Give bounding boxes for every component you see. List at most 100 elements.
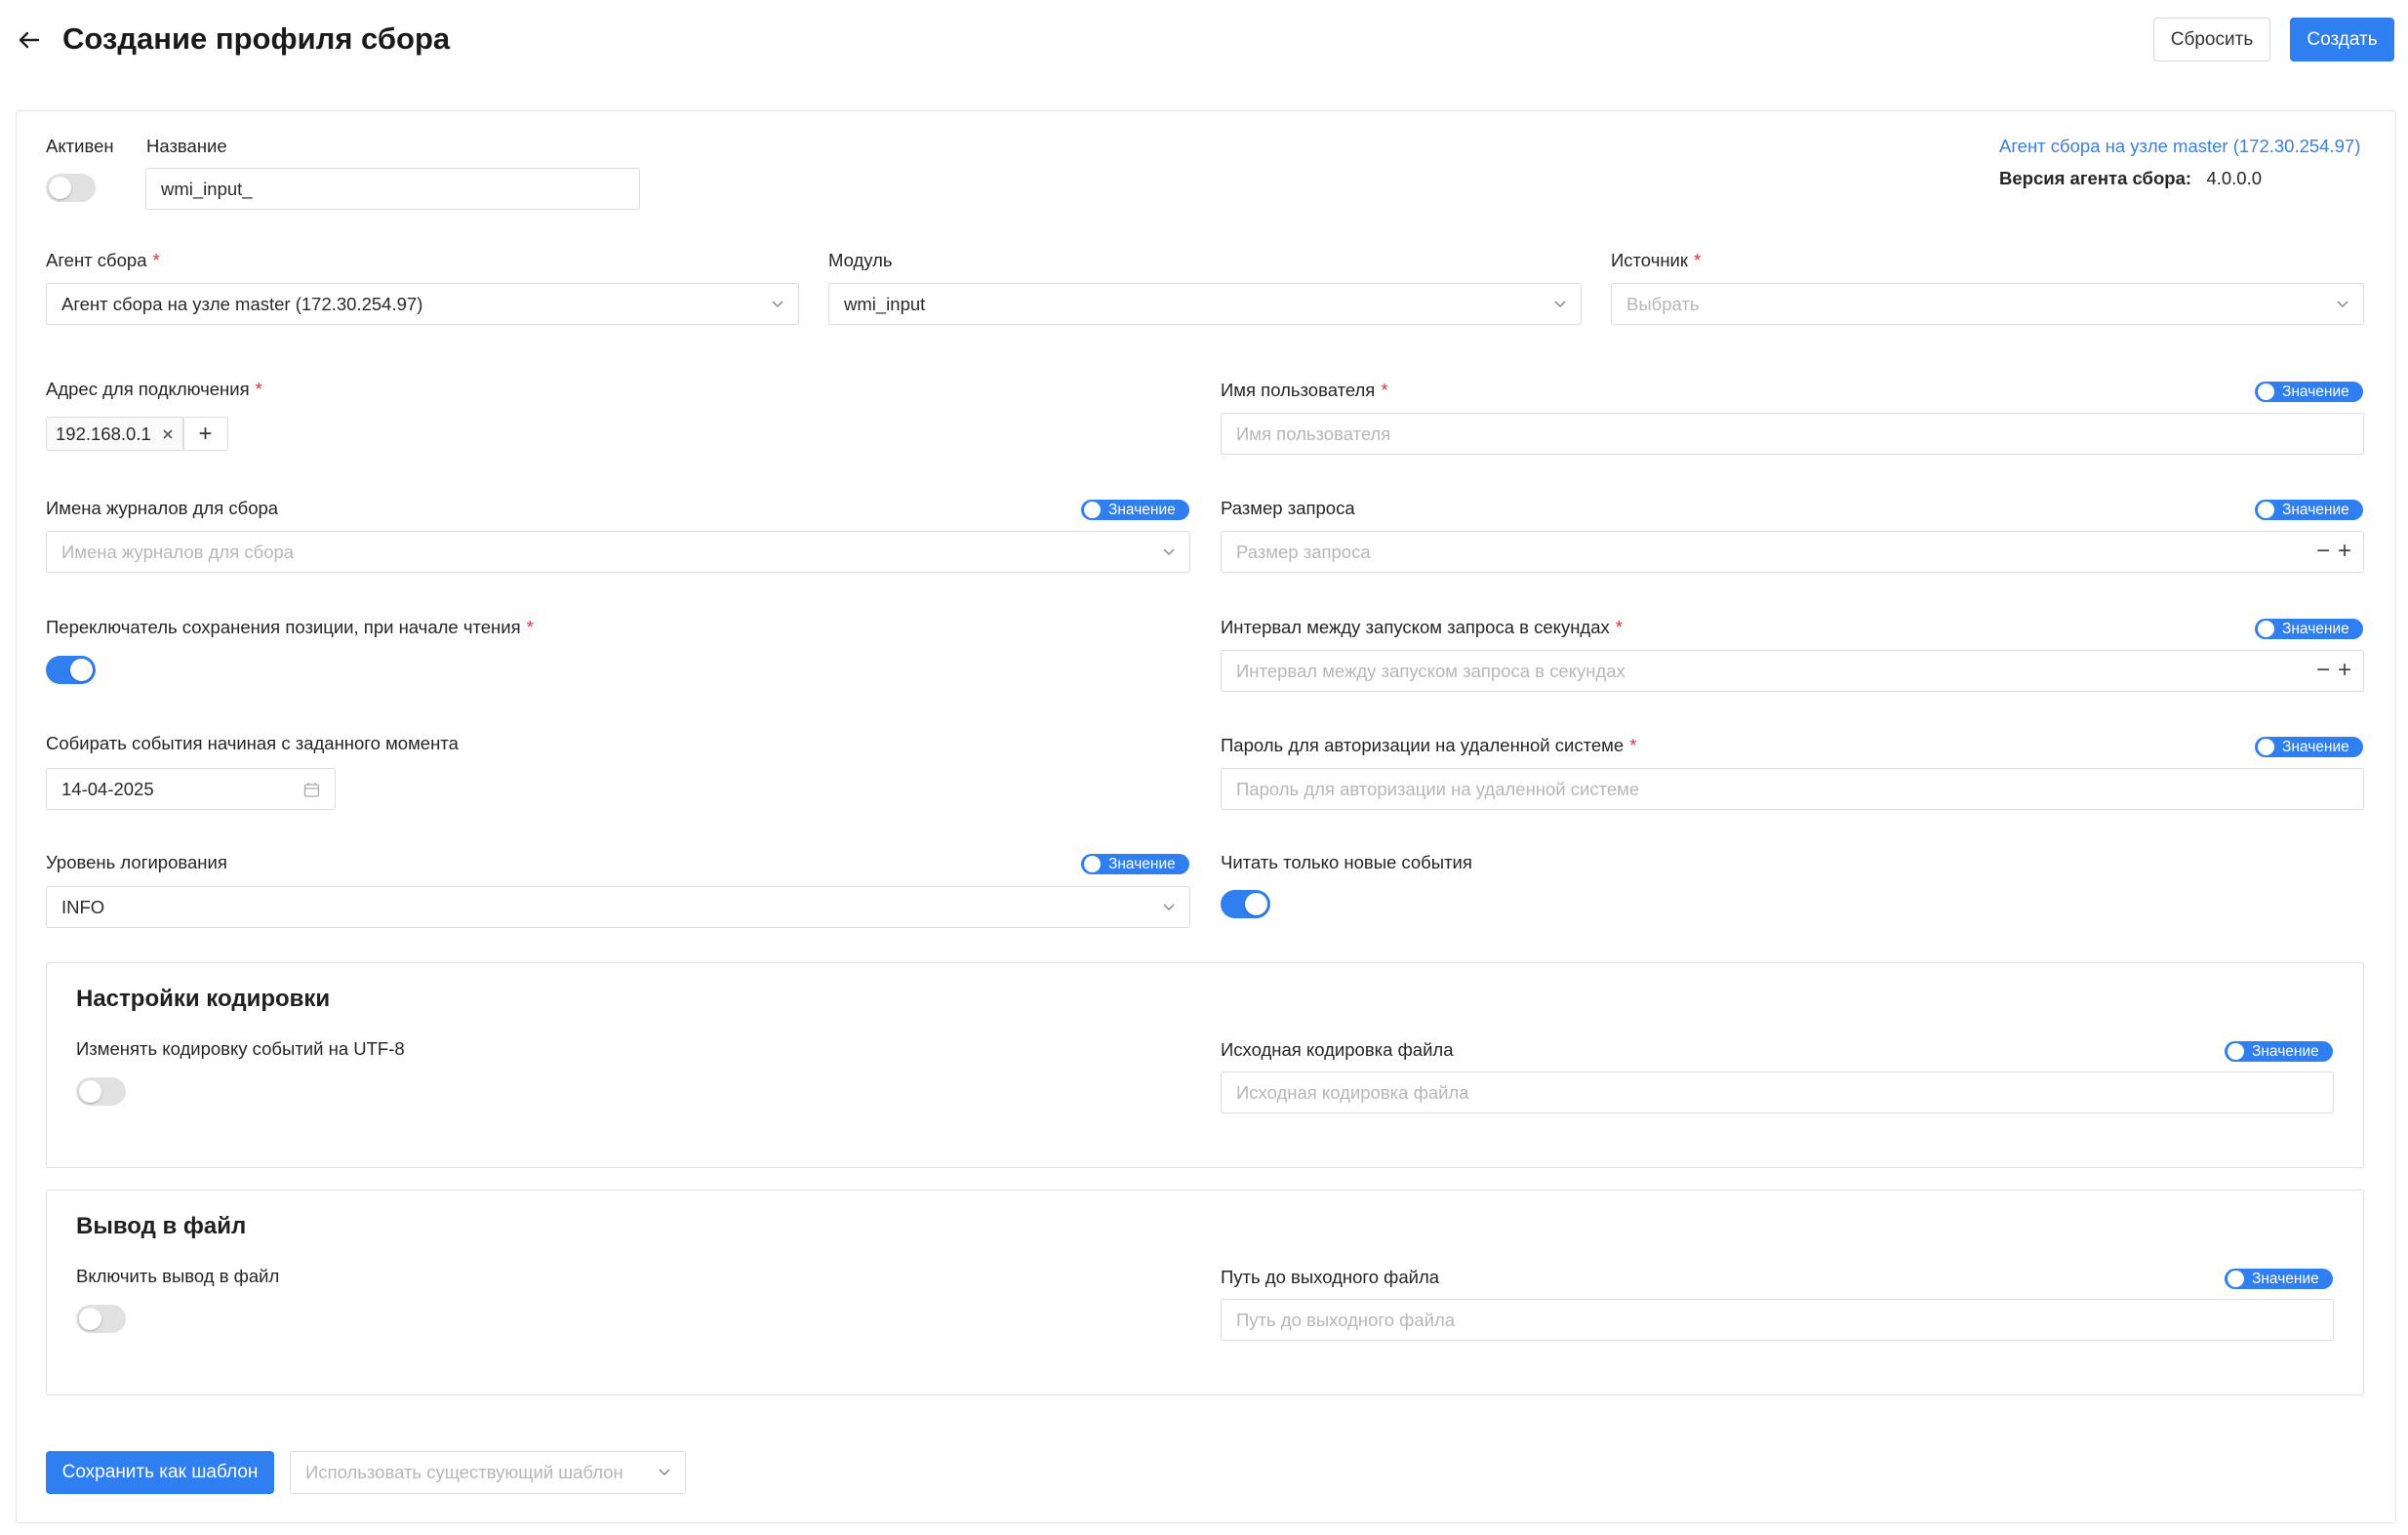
value-toggle-journals[interactable]: Значение	[1081, 500, 1189, 520]
use-template-select[interactable]: Использовать существующий шаблон	[290, 1451, 686, 1494]
toggle-knob	[2227, 1043, 2244, 1060]
minus-icon[interactable]: −	[2316, 659, 2330, 682]
toggle-knob	[79, 1308, 101, 1330]
collect-from-label: Собирать события начиная с заданного мом…	[46, 733, 459, 753]
log-level-label: Уровень логирования	[46, 852, 227, 872]
module-select-value: wmi_input	[844, 293, 926, 314]
pill-label: Значение	[2252, 1270, 2319, 1287]
request-size-placeholder: Размер запроса	[1236, 541, 1371, 562]
chevron-down-icon	[1163, 548, 1175, 556]
toggle-knob	[2258, 384, 2274, 400]
save-template-button[interactable]: Сохранить как шаблон	[46, 1451, 274, 1494]
source-encoding-placeholder: Исходная кодировка файла	[1236, 1081, 1469, 1103]
back-button[interactable]	[14, 25, 43, 55]
utf8-label: Изменять кодировку событий на UTF-8	[76, 1038, 405, 1059]
output-path-placeholder: Путь до выходного файла	[1236, 1309, 1456, 1330]
read-new-toggle[interactable]	[1221, 890, 1270, 918]
minus-icon[interactable]: −	[2316, 540, 2330, 563]
page-title: Создание профиля сбора	[62, 21, 451, 56]
save-position-toggle[interactable]	[46, 656, 96, 684]
encoding-section	[46, 962, 2364, 1168]
file-output-enable-label: Включить вывод в файл	[76, 1266, 280, 1286]
output-path-label: Путь до выходного файла	[1221, 1267, 1440, 1287]
value-toggle-log-level[interactable]: Значение	[1081, 854, 1189, 874]
required-mark: *	[1693, 250, 1702, 270]
username-placeholder: Имя пользователя	[1236, 423, 1391, 444]
required-mark: *	[526, 617, 534, 637]
chevron-down-icon	[1163, 904, 1175, 911]
required-mark: *	[1629, 735, 1637, 755]
pill-label: Значение	[2282, 501, 2349, 518]
toggle-knob	[79, 1080, 101, 1103]
pill-label: Значение	[2282, 620, 2349, 637]
plus-icon[interactable]: +	[2338, 540, 2351, 563]
use-template-placeholder: Использовать существующий шаблон	[305, 1462, 623, 1482]
save-position-label: Переключатель сохранения позиции, при на…	[46, 617, 534, 637]
file-output-title: Вывод в файл	[76, 1213, 247, 1239]
source-encoding-input[interactable]: Исходная кодировка файла	[1221, 1071, 2334, 1113]
read-new-label: Читать только новые события	[1221, 852, 1472, 872]
agent-select-value: Агент сбора на узле master (172.30.254.9…	[61, 293, 423, 314]
journals-placeholder: Имена журналов для сбора	[61, 541, 295, 562]
create-button[interactable]: Создать	[2290, 18, 2394, 61]
source-select[interactable]: Выбрать	[1611, 283, 2364, 325]
agent-link[interactable]: Агент сбора на узле master (172.30.254.9…	[1999, 136, 2360, 157]
required-mark: *	[152, 250, 160, 270]
value-toggle-username[interactable]: Значение	[2255, 382, 2363, 402]
value-toggle-source-encoding[interactable]: Значение	[2225, 1041, 2333, 1062]
toggle-knob	[2258, 621, 2274, 637]
value-toggle-password[interactable]: Значение	[2255, 737, 2363, 757]
chevron-down-icon	[1554, 301, 1566, 308]
agent-select[interactable]: Агент сбора на узле master (172.30.254.9…	[46, 283, 799, 325]
value-toggle-output-path[interactable]: Значение	[2225, 1269, 2333, 1289]
close-icon[interactable]	[161, 427, 175, 441]
request-size-label: Размер запроса	[1221, 498, 1355, 518]
request-size-input[interactable]: Размер запроса − +	[1221, 531, 2364, 573]
utf8-toggle[interactable]	[76, 1077, 126, 1106]
name-value: wmi_input_	[161, 178, 253, 199]
file-output-section	[46, 1190, 2364, 1395]
plus-icon[interactable]: +	[2338, 659, 2351, 682]
interval-label: Интервал между запуском запроса в секунд…	[1221, 617, 1623, 637]
arrow-left-icon	[19, 31, 40, 49]
reset-button[interactable]: Сбросить	[2153, 18, 2270, 61]
interval-stepper: − +	[2316, 659, 2351, 682]
source-placeholder: Выбрать	[1626, 293, 1700, 314]
username-input[interactable]: Имя пользователя	[1221, 413, 2364, 455]
plus-icon: +	[198, 420, 213, 447]
toggle-knob	[49, 177, 71, 199]
name-input[interactable]: wmi_input_	[145, 168, 640, 210]
interval-input[interactable]: Интервал между запуском запроса в секунд…	[1221, 650, 2364, 692]
pill-label: Значение	[2252, 1042, 2319, 1060]
address-label: Адрес для подключения *	[46, 379, 262, 399]
log-level-value: INFO	[61, 896, 105, 917]
toggle-knob	[1084, 502, 1101, 518]
pill-label: Значение	[1108, 855, 1176, 872]
pill-label: Значение	[1108, 501, 1176, 518]
add-address-button[interactable]: +	[182, 417, 228, 451]
file-output-toggle[interactable]	[76, 1305, 126, 1333]
calendar-icon	[303, 783, 320, 797]
output-path-input[interactable]: Путь до выходного файла	[1221, 1299, 2334, 1341]
version-value: 4.0.0.0	[2206, 168, 2263, 188]
module-select[interactable]: wmi_input	[828, 283, 1582, 325]
source-encoding-label: Исходная кодировка файла	[1221, 1039, 1454, 1060]
request-size-stepper: − +	[2316, 540, 2351, 563]
password-input[interactable]: Пароль для авторизации на удаленной сист…	[1221, 768, 2364, 810]
value-toggle-interval[interactable]: Значение	[2255, 619, 2363, 639]
active-label: Активен	[46, 136, 114, 156]
source-label: Источник *	[1611, 250, 1702, 270]
log-level-select[interactable]: INFO	[46, 886, 1190, 928]
version-label: Версия агента сбора:	[1999, 168, 2192, 188]
address-tag[interactable]: 192.168.0.1	[46, 417, 184, 451]
toggle-knob	[2227, 1271, 2244, 1287]
required-mark: *	[255, 379, 262, 399]
collect-from-date[interactable]: 14-04-2025	[46, 768, 336, 810]
pill-label: Значение	[2282, 738, 2349, 755]
active-toggle[interactable]	[46, 174, 96, 202]
value-toggle-request-size[interactable]: Значение	[2255, 500, 2363, 520]
journals-select[interactable]: Имена журналов для сбора	[46, 531, 1190, 573]
address-tag-value: 192.168.0.1	[56, 423, 151, 444]
collect-from-value: 14-04-2025	[61, 778, 154, 799]
required-mark: *	[1615, 617, 1623, 637]
